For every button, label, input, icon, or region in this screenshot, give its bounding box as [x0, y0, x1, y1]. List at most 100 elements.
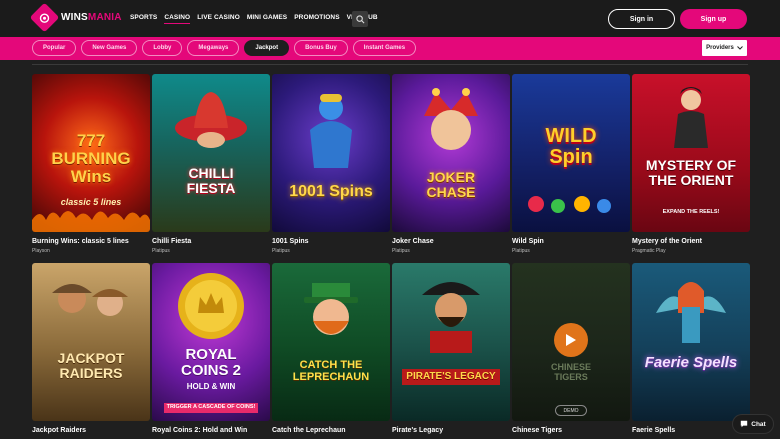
filter-chips: Popular New Games Lobby Megaways Jackpot…	[32, 40, 417, 56]
warrior-decoration	[674, 87, 708, 148]
art-title: CATCH THE LEPRECHAUN	[292, 359, 370, 384]
art-title: Faerie Spells	[644, 354, 738, 371]
providers-label: Providers	[706, 45, 734, 51]
game-thumbnail[interactable]: CATCH THE LEPRECHAUN	[272, 263, 390, 421]
brand-logo[interactable]: WINSMANIA	[29, 2, 122, 33]
chat-label: Chat	[751, 420, 766, 428]
game-title[interactable]: Catch the Leprechaun	[272, 427, 390, 434]
game-title[interactable]: Faerie Spells	[632, 427, 750, 434]
game-thumbnail[interactable]: 777 BURNING Wins classic 5 lines	[32, 74, 150, 232]
game-title[interactable]: Wild Spin	[512, 238, 630, 245]
game-title[interactable]: Chilli Fiesta	[152, 238, 270, 245]
logo-prefix: WINS	[61, 12, 88, 23]
nav-item-promotions[interactable]: PROMOTIONS	[294, 14, 339, 24]
game-card-faerie-spells[interactable]: Faerie Spells Faerie Spells	[632, 263, 750, 434]
art-title: MYSTERY OF THE ORIENT	[645, 157, 737, 188]
game-provider: Platipus	[512, 248, 530, 254]
signup-button[interactable]: Sign up	[680, 9, 747, 29]
game-card-burning-wins[interactable]: 777 BURNING Wins classic 5 lines Burning…	[32, 74, 150, 254]
chat-bubble-icon	[741, 420, 748, 428]
game-card-royal-coins-2[interactable]: ROYAL COINS 2 HOLD & WIN TRIGGER A CASCA…	[152, 263, 270, 434]
game-thumbnail[interactable]: CHINESE TIGERS DEMO	[512, 263, 630, 421]
main-nav: SPORTS CASINO LIVE CASINO MINI GAMES PRO…	[130, 14, 378, 24]
game-thumbnail[interactable]: CHILLI FIESTA	[152, 74, 270, 232]
game-provider: Platipus	[392, 248, 410, 254]
game-title[interactable]: Pirate's Legacy	[392, 427, 510, 434]
nav-item-mini-games[interactable]: MINI GAMES	[247, 14, 287, 24]
play-button[interactable]	[554, 323, 588, 357]
filter-chip-megaways[interactable]: Megaways	[187, 40, 240, 56]
category-filter-bar: Popular New Games Lobby Megaways Jackpot…	[0, 37, 780, 60]
game-thumbnail[interactable]: WILD Spin	[512, 74, 630, 232]
game-provider: Platipus	[272, 248, 290, 254]
joker-decoration	[424, 88, 478, 150]
game-provider: Platipus	[152, 248, 170, 254]
art-title: ROYAL COINS 2	[180, 346, 241, 379]
game-title[interactable]: Burning Wins: classic 5 lines	[32, 238, 150, 245]
game-card-mystery-of-the-orient[interactable]: MYSTERY OF THE ORIENT EXPAND THE REELS! …	[632, 74, 750, 254]
search-button[interactable]	[352, 11, 368, 27]
art-banner: TRIGGER A CASCADE OF COINS!	[164, 403, 258, 413]
art-subtitle: HOLD & WIN	[186, 382, 236, 391]
game-card-joker-chase[interactable]: JOKER CHASE Joker Chase Platipus	[392, 74, 510, 254]
game-card-jackpot-raiders[interactable]: JACKPOT RAIDERS Jackpot Raiders	[32, 263, 150, 434]
game-title[interactable]: Chinese Tigers	[512, 427, 630, 434]
section-divider	[32, 64, 748, 65]
game-thumbnail[interactable]: Faerie Spells	[632, 263, 750, 421]
game-card-1001-spins[interactable]: 1001 Spins 1001 Spins Platipus	[272, 74, 390, 254]
game-provider: Pragmatic Play	[632, 248, 666, 254]
gold-coin-decoration	[178, 273, 244, 339]
providers-dropdown[interactable]: Providers	[702, 40, 747, 56]
sombrero-decoration	[175, 92, 247, 148]
art-subtitle: EXPAND THE REELS!	[662, 209, 720, 215]
game-title[interactable]: Mystery of the Orient	[632, 238, 750, 245]
game-thumbnail[interactable]: JACKPOT RAIDERS	[32, 263, 150, 421]
game-title[interactable]: Jackpot Raiders	[32, 427, 150, 434]
filter-chip-bonus-buy[interactable]: Bonus Buy	[294, 40, 348, 56]
filter-chip-jackpot[interactable]: Jackpot	[244, 40, 290, 56]
chat-button[interactable]: Chat	[733, 415, 773, 433]
game-thumbnail[interactable]: 1001 Spins	[272, 74, 390, 232]
game-title[interactable]: Royal Coins 2: Hold and Win	[152, 427, 270, 434]
game-card-chinese-tigers[interactable]: CHINESE TIGERS DEMO Chinese Tigers	[512, 263, 630, 434]
leprechaun-decoration	[304, 283, 358, 335]
filter-chip-new-games[interactable]: New Games	[81, 40, 138, 56]
game-thumbnail[interactable]: PIRATE'S LEGACY	[392, 263, 510, 421]
genie-decoration	[310, 94, 352, 168]
top-header: WINSMANIA SPORTS CASINO LIVE CASINO MINI…	[0, 0, 780, 37]
game-thumbnail[interactable]: MYSTERY OF THE ORIENT EXPAND THE REELS!	[632, 74, 750, 232]
game-card-pirates-legacy[interactable]: PIRATE'S LEGACY Pirate's Legacy	[392, 263, 510, 434]
gems-decoration	[528, 196, 611, 213]
nav-item-live-casino[interactable]: LIVE CASINO	[197, 14, 240, 24]
game-thumbnail[interactable]: JOKER CHASE	[392, 74, 510, 232]
game-title[interactable]: Joker Chase	[392, 238, 510, 245]
art-title: JACKPOT RAIDERS	[57, 350, 125, 381]
game-card-chilli-fiesta[interactable]: CHILLI FIESTA Chilli Fiesta Platipus	[152, 74, 270, 254]
faerie-decoration	[656, 282, 726, 343]
game-card-wild-spin[interactable]: WILD Spin Wild Spin Platipus	[512, 74, 630, 254]
logo-suffix: MANIA	[87, 12, 122, 23]
game-title[interactable]: 1001 Spins	[272, 238, 390, 245]
signin-button[interactable]: Sign in	[608, 9, 675, 29]
demo-badge[interactable]: DEMO	[555, 405, 587, 416]
nav-item-casino[interactable]: CASINO	[164, 14, 191, 24]
filter-chip-lobby[interactable]: Lobby	[142, 40, 183, 56]
filter-chip-popular[interactable]: Popular	[32, 40, 77, 56]
filter-chip-instant-games[interactable]: Instant Games	[352, 40, 417, 56]
logo-text: WINSMANIA	[61, 12, 122, 23]
explorers-decoration	[52, 284, 128, 316]
game-provider: Playson	[32, 248, 50, 254]
art-title: PIRATE'S LEGACY	[402, 369, 500, 385]
art-title: CHINESE TIGERS	[550, 362, 591, 382]
game-thumbnail[interactable]: ROYAL COINS 2 HOLD & WIN TRIGGER A CASCA…	[152, 263, 270, 421]
art-title: CHILLI FIESTA	[186, 165, 236, 196]
art-title: WILD Spin	[545, 125, 597, 168]
game-card-catch-the-leprechaun[interactable]: CATCH THE LEPRECHAUN Catch the Leprechau…	[272, 263, 390, 434]
art-title: 777 BURNING Wins	[51, 131, 131, 186]
flames-decoration	[32, 211, 150, 232]
logo-badge-icon	[29, 2, 60, 33]
nav-item-sports[interactable]: SPORTS	[130, 14, 157, 24]
play-icon	[566, 334, 576, 346]
art-title: JOKER CHASE	[426, 169, 476, 200]
pirate-decoration	[422, 282, 480, 353]
